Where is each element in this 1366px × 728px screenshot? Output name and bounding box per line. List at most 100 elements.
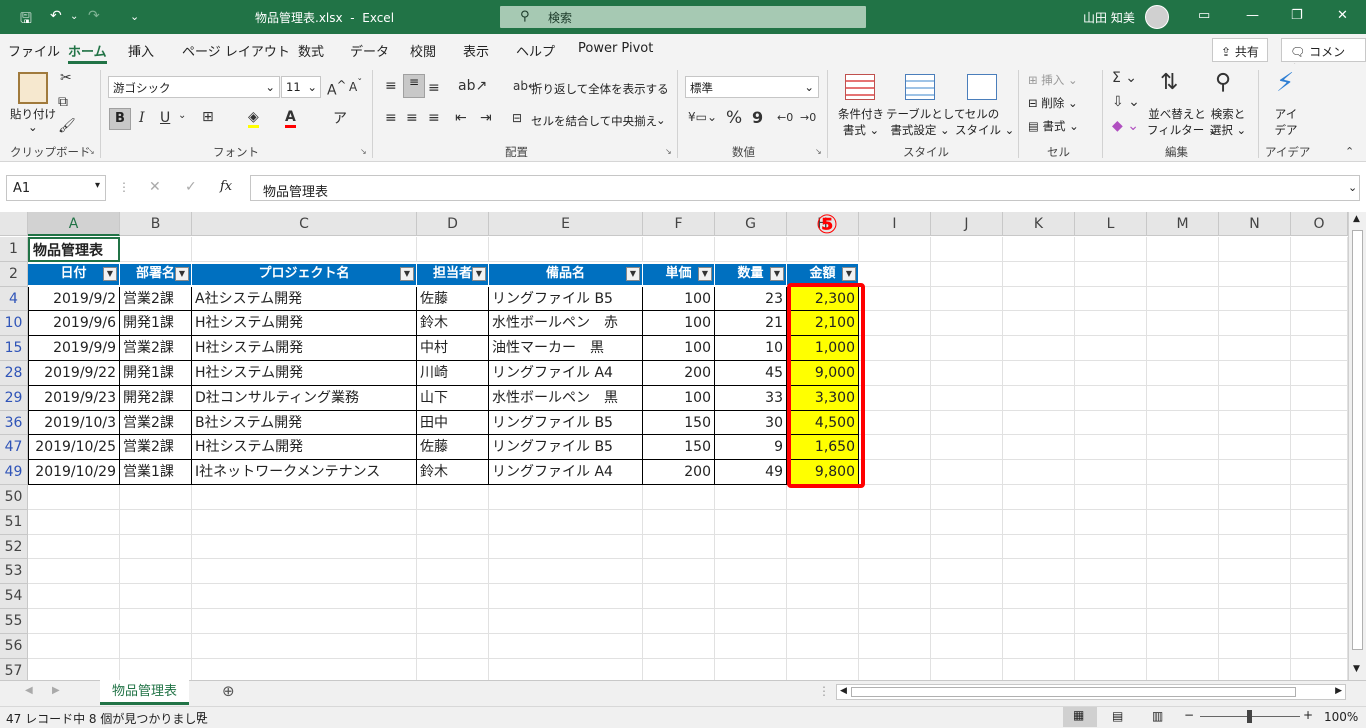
column-header-m[interactable]: M: [1147, 212, 1219, 236]
scroll-left-icon[interactable]: ◀: [840, 686, 847, 696]
cell-empty[interactable]: [787, 534, 859, 560]
column-header-c[interactable]: C: [192, 212, 417, 236]
share-button[interactable]: ⇪ 共有: [1212, 38, 1268, 62]
phonetic-icon[interactable]: ア: [333, 108, 347, 128]
cell-empty[interactable]: [1291, 485, 1348, 510]
column-header-g[interactable]: G: [715, 212, 787, 236]
ribbon-display-icon[interactable]: ▭: [1198, 8, 1210, 23]
table-cell[interactable]: 2019/10/25: [28, 435, 120, 461]
borders-icon[interactable]: ⊞: [202, 109, 214, 125]
find-select-button[interactable]: 検索と 選択 ⌄: [1207, 106, 1249, 138]
row-header[interactable]: 54: [0, 584, 28, 609]
table-cell[interactable]: 開発1課: [120, 311, 192, 337]
cell-empty[interactable]: [1075, 237, 1147, 262]
tab-insert[interactable]: 挿入: [128, 41, 154, 60]
save-icon[interactable]: 🖫: [20, 8, 32, 32]
font-color-icon[interactable]: A: [285, 109, 296, 128]
table-cell[interactable]: 営業2課: [120, 286, 192, 312]
cell-empty[interactable]: [859, 286, 931, 312]
table-header[interactable]: 日付 ▼: [28, 263, 120, 285]
paste-icon[interactable]: [18, 72, 48, 104]
cell-empty[interactable]: [1291, 361, 1348, 386]
cell-empty[interactable]: [192, 559, 417, 585]
minimize-icon[interactable]: —: [1246, 8, 1259, 23]
cell-empty[interactable]: [1003, 509, 1075, 535]
cell-empty[interactable]: [28, 534, 120, 560]
cell-empty[interactable]: [1147, 435, 1219, 461]
table-cell[interactable]: 2019/10/3: [28, 410, 120, 436]
cell-empty[interactable]: [1003, 559, 1075, 585]
table-cell[interactable]: I社ネットワークメンテナンス: [192, 460, 417, 485]
insert-cells-button[interactable]: ⊞ 挿入 ⌄: [1028, 72, 1078, 88]
table-cell[interactable]: 100: [643, 286, 715, 312]
tab-data[interactable]: データ: [350, 41, 389, 60]
autosum-icon[interactable]: Σ ⌄: [1112, 70, 1137, 86]
table-cell[interactable]: 水性ボールペン 黒: [489, 385, 643, 411]
tab-review[interactable]: 校閲: [410, 41, 436, 60]
cell-empty[interactable]: [1003, 286, 1075, 312]
fill-icon[interactable]: ⇩ ⌄: [1112, 94, 1140, 110]
cell-empty[interactable]: [192, 485, 417, 510]
cell-empty[interactable]: [28, 559, 120, 585]
filter-icon[interactable]: ▼: [626, 266, 640, 281]
cell-empty[interactable]: [1291, 385, 1348, 411]
cell-empty[interactable]: [120, 237, 192, 262]
next-sheet-icon[interactable]: ▶: [52, 685, 60, 696]
cell-empty[interactable]: [1147, 559, 1219, 585]
cell-empty[interactable]: [120, 584, 192, 609]
wrap-text-button[interactable]: 折り返して全体を表示する: [531, 81, 669, 97]
cell-empty[interactable]: [28, 633, 120, 659]
orientation-icon[interactable]: ab↗: [458, 78, 487, 94]
cell-styles-icon[interactable]: [967, 74, 997, 100]
cell-empty[interactable]: [1291, 460, 1348, 485]
align-middle-icon[interactable]: ≡: [403, 74, 425, 98]
cell-empty[interactable]: [643, 584, 715, 609]
table-cell[interactable]: リングファイル A4: [489, 460, 643, 485]
cell-empty[interactable]: [643, 609, 715, 634]
cell-empty[interactable]: [1147, 336, 1219, 361]
table-cell[interactable]: H社システム開発: [192, 311, 417, 337]
table-header[interactable]: プロジェクト名 ▼: [192, 263, 417, 285]
cell-empty[interactable]: [859, 361, 931, 386]
cell-empty[interactable]: [931, 584, 1003, 609]
cell-empty[interactable]: [859, 435, 931, 461]
sort-filter-icon[interactable]: ⇅: [1160, 70, 1178, 95]
paste-dropdown-icon[interactable]: ⌄: [28, 120, 38, 134]
table-header[interactable]: 部署名 ▼: [120, 263, 192, 285]
cell-empty[interactable]: [489, 509, 643, 535]
alignment-launcher-icon[interactable]: ↘: [665, 147, 672, 156]
cell-empty[interactable]: [1147, 509, 1219, 535]
table-cell[interactable]: 100: [643, 385, 715, 411]
zoom-slider-handle[interactable]: [1247, 710, 1252, 723]
page-layout-view-icon[interactable]: ▤: [1112, 709, 1123, 723]
scroll-right-icon[interactable]: ▶: [1335, 686, 1342, 696]
italic-button[interactable]: I: [139, 110, 145, 126]
cell-empty[interactable]: [1003, 410, 1075, 436]
cell-empty[interactable]: [1147, 460, 1219, 485]
table-cell[interactable]: リングファイル B5: [489, 286, 643, 312]
cell-styles-button[interactable]: セルの スタイル ⌄: [955, 106, 1014, 138]
cell-empty[interactable]: [120, 633, 192, 659]
table-cell[interactable]: 営業2課: [120, 410, 192, 436]
cell-empty[interactable]: [1291, 559, 1348, 585]
cell-empty[interactable]: [1147, 237, 1219, 262]
align-bottom-icon[interactable]: ≡: [428, 80, 440, 96]
cell-empty[interactable]: [1075, 410, 1147, 436]
align-left-icon[interactable]: ≡: [385, 110, 397, 126]
cell-empty[interactable]: [1219, 485, 1291, 510]
cell-empty[interactable]: [120, 509, 192, 535]
row-header[interactable]: 50: [0, 485, 28, 510]
cell-empty[interactable]: [489, 633, 643, 659]
cell-empty[interactable]: [1291, 633, 1348, 659]
font-size-select[interactable]: 11 ⌄: [281, 76, 321, 98]
column-header-k[interactable]: K: [1003, 212, 1075, 236]
cell-empty[interactable]: [859, 237, 931, 262]
cell-empty[interactable]: [931, 261, 1003, 287]
table-cell[interactable]: 100: [643, 311, 715, 337]
cell-empty[interactable]: [1219, 584, 1291, 609]
cell-empty[interactable]: [1003, 460, 1075, 485]
cell-empty[interactable]: [1075, 460, 1147, 485]
cell-empty[interactable]: [1291, 336, 1348, 361]
restore-icon[interactable]: ❐: [1291, 8, 1303, 23]
align-center-icon[interactable]: ≡: [406, 110, 418, 126]
